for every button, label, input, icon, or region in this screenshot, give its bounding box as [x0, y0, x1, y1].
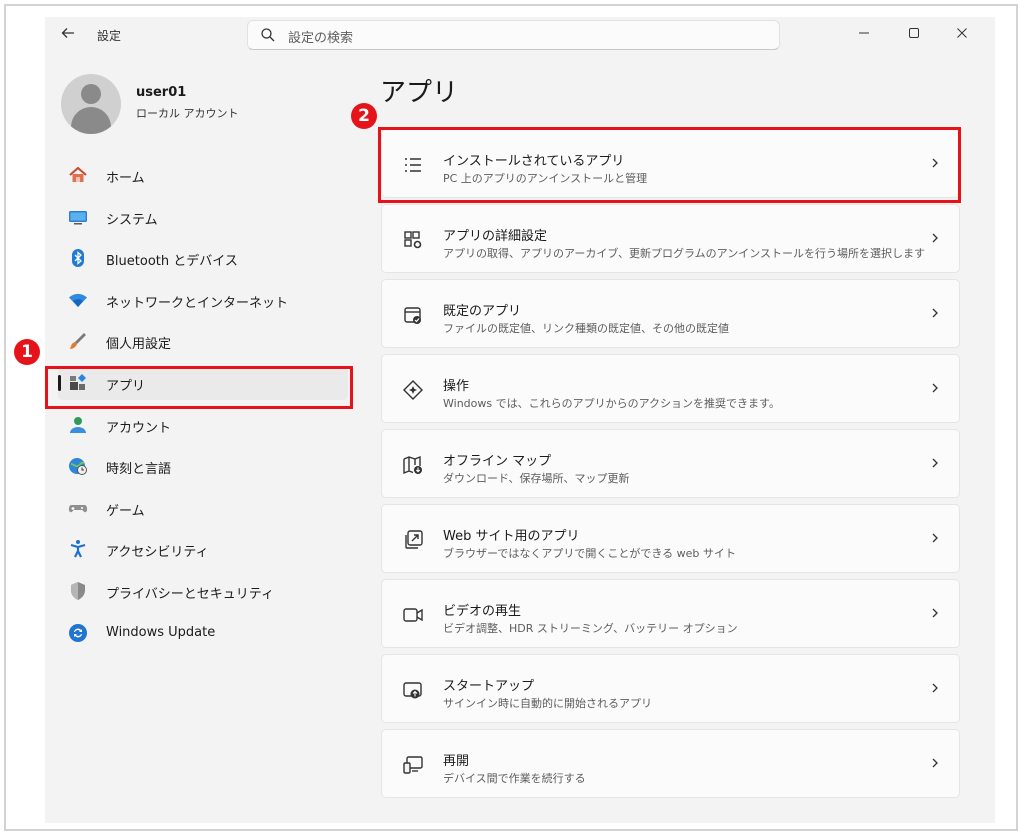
sidebar-item-label: システム	[106, 212, 158, 228]
close-button[interactable]	[939, 17, 985, 49]
search-placeholder: 設定の検索	[288, 31, 354, 46]
sidebar-item-label: ホーム	[106, 171, 145, 186]
resume-icon	[403, 756, 423, 774]
card-title: ビデオの再生	[443, 604, 522, 619]
shield-icon	[71, 581, 85, 600]
card-title: スタートアップ	[443, 679, 535, 694]
map-icon	[403, 455, 422, 475]
arrow-left-icon	[61, 28, 74, 38]
step-badge-1: 1	[14, 339, 40, 365]
startup-icon	[403, 682, 422, 699]
globe-clock-icon	[69, 458, 87, 476]
video-icon	[403, 608, 423, 622]
avatar-body	[71, 107, 111, 134]
accessibility-icon	[70, 540, 86, 558]
default-apps-icon	[404, 307, 421, 324]
card-offline-maps[interactable]: オフライン マップ ダウンロード、保存場所、マップ更新	[381, 429, 960, 498]
sidebar-item-system[interactable]: システム	[58, 200, 348, 234]
sidebar-item-label: ゲーム	[106, 503, 145, 519]
close-icon	[957, 28, 967, 38]
avatar[interactable]	[61, 74, 121, 134]
window-title: 設定	[97, 29, 122, 43]
sidebar-item-label: アクセシビリティ	[106, 545, 209, 561]
profile-username: user01	[136, 85, 187, 100]
highlight-apps-nav	[45, 366, 353, 409]
card-description: ブラウザーではなくアプリで開くことができる web サイト	[443, 547, 736, 560]
sidebar-item-label: プライバシーとセキュリティ	[106, 586, 274, 602]
card-description: サインイン時に自動的に開始されるアプリ	[443, 697, 652, 710]
sidebar-item-gaming[interactable]: ゲーム	[58, 491, 348, 525]
sidebar-item-label: 個人用設定	[106, 337, 172, 353]
search-box[interactable]: 設定の検索	[247, 20, 780, 50]
minimize-icon	[859, 32, 869, 34]
chevron-right-icon	[932, 758, 938, 768]
card-description: デバイス間で作業を続行する	[443, 772, 586, 785]
step-badge-2: 2	[351, 103, 377, 129]
chevron-right-icon	[932, 533, 938, 543]
card-title: Web サイト用のアプリ	[443, 529, 580, 544]
sidebar-item-time-language[interactable]: 時刻と言語	[58, 449, 348, 483]
sidebar-item-windows-update[interactable]: Windows Update	[58, 616, 348, 650]
card-description: ファイルの既定値、リンク種類の既定値、その他の既定値	[443, 322, 729, 335]
card-description: アプリの取得、アプリのアーカイブ、更新プログラムのアンインストールを行う場所を選…	[443, 247, 926, 260]
highlight-installed-apps	[378, 127, 961, 203]
card-actions[interactable]: 操作 Windows では、これらのアプリからのアクションを推奨できます。	[381, 354, 960, 423]
sidebar-item-accounts[interactable]: アカウント	[58, 408, 348, 442]
sidebar-item-bluetooth[interactable]: Bluetooth とデバイス	[58, 241, 348, 275]
page-title: アプリ	[380, 78, 459, 108]
chevron-right-icon	[932, 383, 938, 393]
back-button[interactable]	[59, 25, 77, 43]
maximize-button[interactable]	[891, 17, 937, 49]
sidebar-item-label: ネットワークとインターネット	[106, 295, 289, 311]
home-icon	[69, 166, 87, 182]
search-icon	[261, 28, 275, 42]
sidebar-item-label: 時刻と言語	[106, 462, 172, 478]
sidebar-item-label: Bluetooth とデバイス	[106, 254, 238, 270]
chevron-right-icon	[932, 683, 938, 693]
brush-icon	[70, 333, 86, 350]
card-title: 操作	[443, 379, 470, 394]
card-description: ビデオ調整、HDR ストリーミング、バッテリー オプション	[443, 622, 738, 635]
actions-icon	[403, 380, 423, 400]
chevron-right-icon	[932, 608, 938, 618]
person-icon	[70, 416, 86, 433]
app-settings-icon	[404, 231, 422, 249]
sidebar-item-label: Windows Update	[106, 624, 216, 640]
maximize-icon	[909, 28, 919, 38]
card-title: アプリの詳細設定	[443, 229, 548, 244]
card-title: 既定のアプリ	[443, 304, 522, 319]
card-description: ダウンロード、保存場所、マップ更新	[443, 472, 630, 485]
wifi-icon	[69, 293, 87, 307]
chevron-right-icon	[932, 458, 938, 468]
chevron-right-icon	[932, 308, 938, 318]
sidebar-item-personalization[interactable]: 個人用設定	[58, 324, 348, 358]
bluetooth-icon	[72, 249, 84, 268]
card-startup[interactable]: スタートアップ サインイン時に自動的に開始されるアプリ	[381, 654, 960, 723]
monitor-icon	[69, 210, 87, 225]
card-title: オフライン マップ	[443, 454, 552, 469]
card-description: Windows では、これらのアプリからのアクションを推奨できます。	[443, 397, 780, 410]
avatar-head	[81, 84, 101, 104]
update-icon	[69, 623, 87, 642]
sidebar-item-home[interactable]: ホーム	[58, 158, 348, 192]
settings-card-list: インストールされているアプリ PC 上のアプリのアンインストールと管理 アプリの…	[381, 129, 960, 804]
open-external-icon	[405, 530, 423, 549]
sidebar-item-privacy[interactable]: プライバシーとセキュリティ	[58, 574, 348, 608]
sidebar-item-label: アカウント	[106, 420, 172, 436]
profile-account-type: ローカル アカウント	[136, 107, 239, 120]
card-advanced-app-settings[interactable]: アプリの詳細設定 アプリの取得、アプリのアーカイブ、更新プログラムのアンインスト…	[381, 204, 960, 273]
sidebar-item-accessibility[interactable]: アクセシビリティ	[58, 532, 348, 566]
gamepad-icon	[68, 504, 88, 512]
card-apps-for-websites[interactable]: Web サイト用のアプリ ブラウザーではなくアプリで開くことができる web サ…	[381, 504, 960, 573]
card-default-apps[interactable]: 既定のアプリ ファイルの既定値、リンク種類の既定値、その他の既定値	[381, 279, 960, 348]
chevron-right-icon	[932, 233, 938, 243]
card-resume[interactable]: 再開 デバイス間で作業を続行する	[381, 729, 960, 798]
card-video-playback[interactable]: ビデオの再生 ビデオ調整、HDR ストリーミング、バッテリー オプション	[381, 579, 960, 648]
card-title: 再開	[443, 754, 470, 769]
minimize-button[interactable]	[841, 17, 887, 49]
sidebar-item-network[interactable]: ネットワークとインターネット	[58, 283, 348, 317]
